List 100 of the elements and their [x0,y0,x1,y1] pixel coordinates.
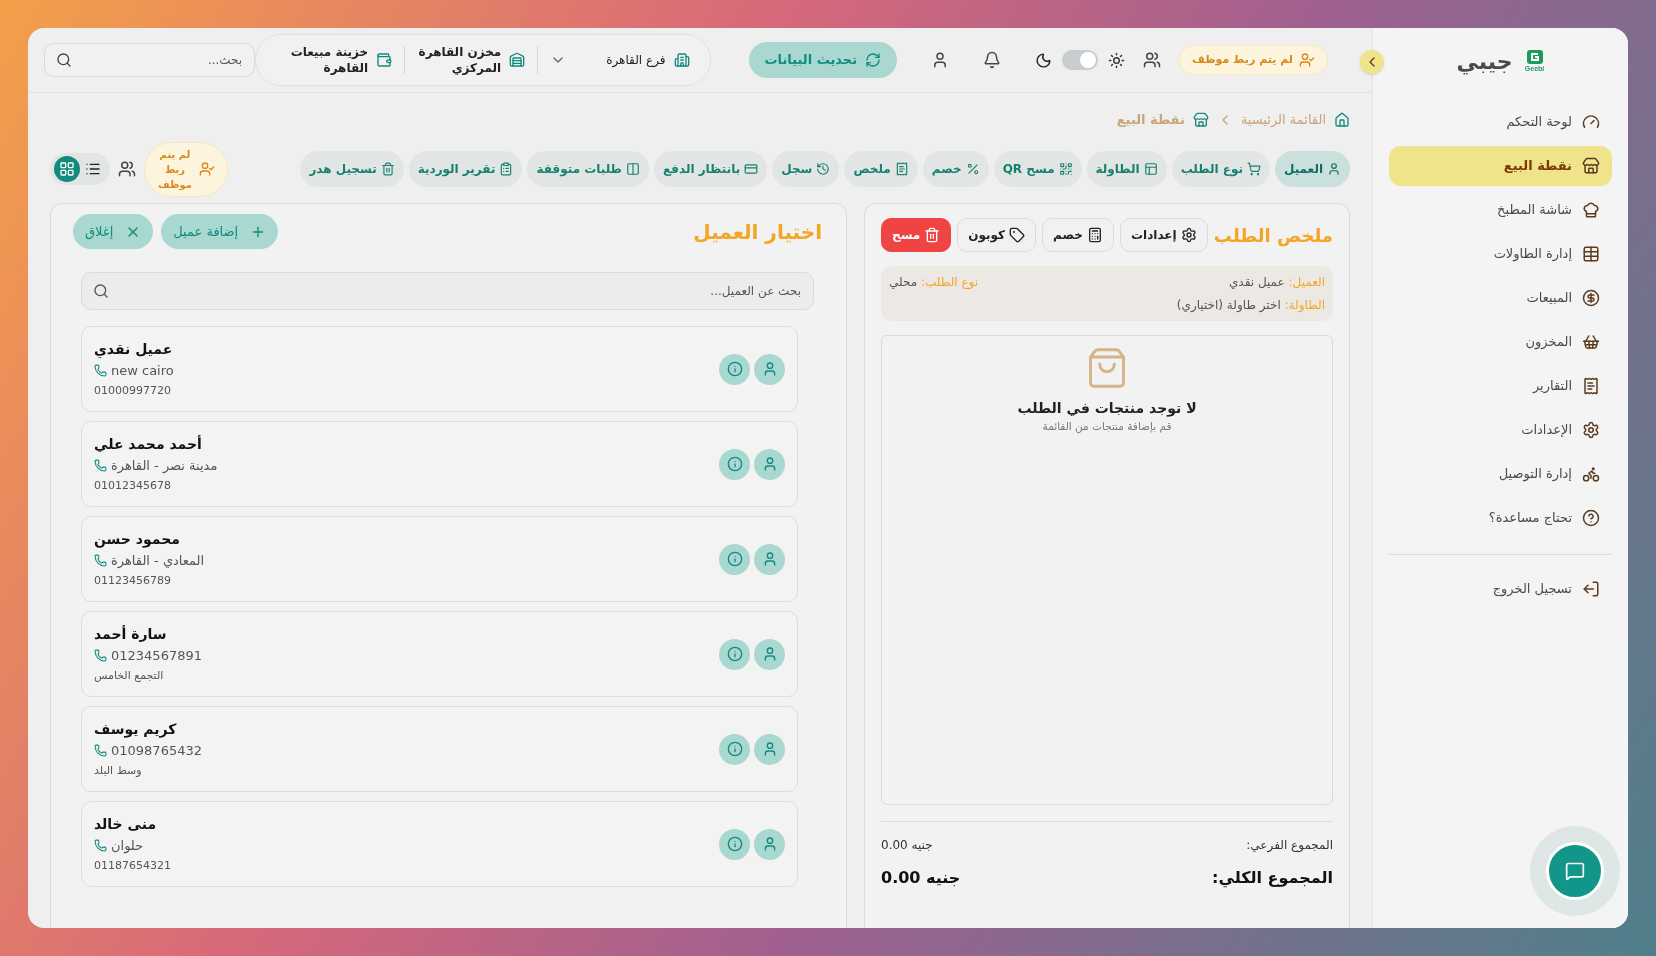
toolbar-button[interactable]: تقرير الوردية [408,151,523,187]
info-button[interactable] [719,448,750,480]
search-icon [93,283,109,299]
customer-info: العميل: عميل نقدي [1228,274,1325,291]
nav-item[interactable]: المبيعات [1389,278,1612,318]
search-field[interactable]: بحث... [44,43,256,77]
empty-hint: قم بإضافة منتجات من القائمة [1042,419,1172,435]
users-icon[interactable] [118,160,136,178]
toolbar-button[interactable]: تسجيل هدر [300,151,404,187]
nav-item[interactable]: المخزون [1389,322,1612,362]
toolbar-button[interactable]: بانتظار الدفع [653,151,768,187]
search-icon [56,52,72,68]
customer-detail: 01012345678 [94,477,171,494]
dollar-icon [1582,289,1600,307]
receipt-icon [1582,377,1600,395]
info-button[interactable] [719,828,750,860]
toolbar-button[interactable]: خصم [922,151,989,187]
customer-name: منى خالد [94,815,157,834]
info-icon [726,361,743,377]
cart-icon [1246,162,1261,176]
nav-item[interactable]: الإعدادات [1389,410,1612,450]
customer-contact: حلوان [111,837,144,856]
phone-icon [94,649,107,663]
list-icon [85,161,101,177]
bell-icon[interactable] [983,51,1002,69]
theme-toggle[interactable] [1062,50,1099,70]
nav-item[interactable]: تحتاج مساعدة؟ [1389,498,1612,538]
info-icon [726,456,743,472]
phone-icon [94,459,107,473]
nav-item[interactable]: شاشة المطبخ [1389,190,1612,230]
select-customer-button[interactable] [754,733,785,765]
toolbar-button[interactable]: نوع الطلب [1171,151,1270,187]
warehouse-icon [509,52,526,68]
info-button[interactable] [719,543,750,575]
order-type-info: نوع الطلب: محلي [889,274,979,291]
nav-item[interactable]: إدارة التوصيل [1389,454,1612,494]
branch-select[interactable]: فرع القاهرة [606,51,666,69]
toolbar-button[interactable]: سجل [772,151,840,187]
info-icon [726,551,743,567]
action-button[interactable]: إعدادات [1119,218,1208,252]
info-button[interactable] [719,638,750,670]
toolbar-button[interactable]: الطاولة [1086,151,1167,187]
toolbar-button[interactable]: ملخص [844,151,918,187]
collapse-button[interactable] [1360,50,1384,74]
user-check-icon [1299,52,1315,68]
store-icon [1192,112,1209,128]
grid-icon [59,161,75,177]
qr-code-icon [1058,162,1073,176]
action-button[interactable]: خصم [1042,218,1114,252]
customer-name: كريم يوسف [94,720,177,740]
table-icon [1582,245,1600,263]
phone-icon [94,364,107,378]
select-customer-button[interactable] [754,828,785,860]
nav-item[interactable]: إدارة الطاولات [1389,234,1612,274]
tag-icon [1009,227,1026,243]
customer-search-field[interactable]: بحث عن العميل... [81,272,814,310]
nav-item[interactable]: لوحة التحكم [1389,102,1612,142]
select-customer-button[interactable] [754,638,785,670]
users-icon[interactable] [1143,51,1162,69]
select-customer-button[interactable] [754,448,785,480]
gauge-icon [1582,113,1600,131]
help-icon [1582,509,1600,527]
action-button[interactable]: مسح [881,218,952,252]
customer-contact: 01098765432 [111,742,202,760]
credit-card-icon [744,162,759,176]
receipt-icon [894,162,909,176]
customer-detail: 01000997720 [94,382,171,399]
pause-icon [625,162,640,176]
toolbar-button[interactable]: مسح QR [993,151,1082,187]
nav-item[interactable]: التقارير [1389,366,1612,406]
brand-name: جيبي [1456,47,1513,77]
customer-name: أحمد محمد علي [94,434,202,454]
trash-icon [924,227,941,243]
select-customer-button[interactable] [754,543,785,575]
logout-link[interactable]: تسجيل الخروج [1389,571,1612,607]
subtotal-value: 0.00 جنيه [881,837,933,854]
chat-icon [1565,861,1585,881]
select-customer-button[interactable] [754,353,785,385]
trash-icon [380,162,395,176]
customer-contact: المعادي - القاهرة [111,552,205,571]
action-button[interactable]: كوبون [957,218,1037,252]
warehouse-name: مخزن القاهرة المركزي [417,44,502,76]
subtotal-label: المجموع الفرعي: [1246,837,1333,854]
employee-badge: لم يتم ربط موظف [144,141,228,197]
info-button[interactable] [719,733,750,765]
moon-icon [1035,51,1053,69]
employee-badge: لم يتم ربط موظف [1179,44,1328,76]
settings-icon [1582,421,1600,439]
phone-icon [94,744,107,758]
total-label: المجموع الكلي: [1212,867,1333,890]
toolbar-button[interactable]: العميل [1274,151,1350,187]
info-icon [726,646,743,662]
nav-item[interactable]: نقطة البيع [1389,146,1612,186]
info-button[interactable] [719,353,750,385]
user-check-icon [199,161,215,177]
refresh-icon [865,52,882,68]
sun-icon [1108,51,1126,69]
grid-view-button[interactable] [54,156,80,182]
toolbar-button[interactable]: طلبات متوقفة [527,151,649,187]
customer-name: عميل نقدي [94,340,173,360]
